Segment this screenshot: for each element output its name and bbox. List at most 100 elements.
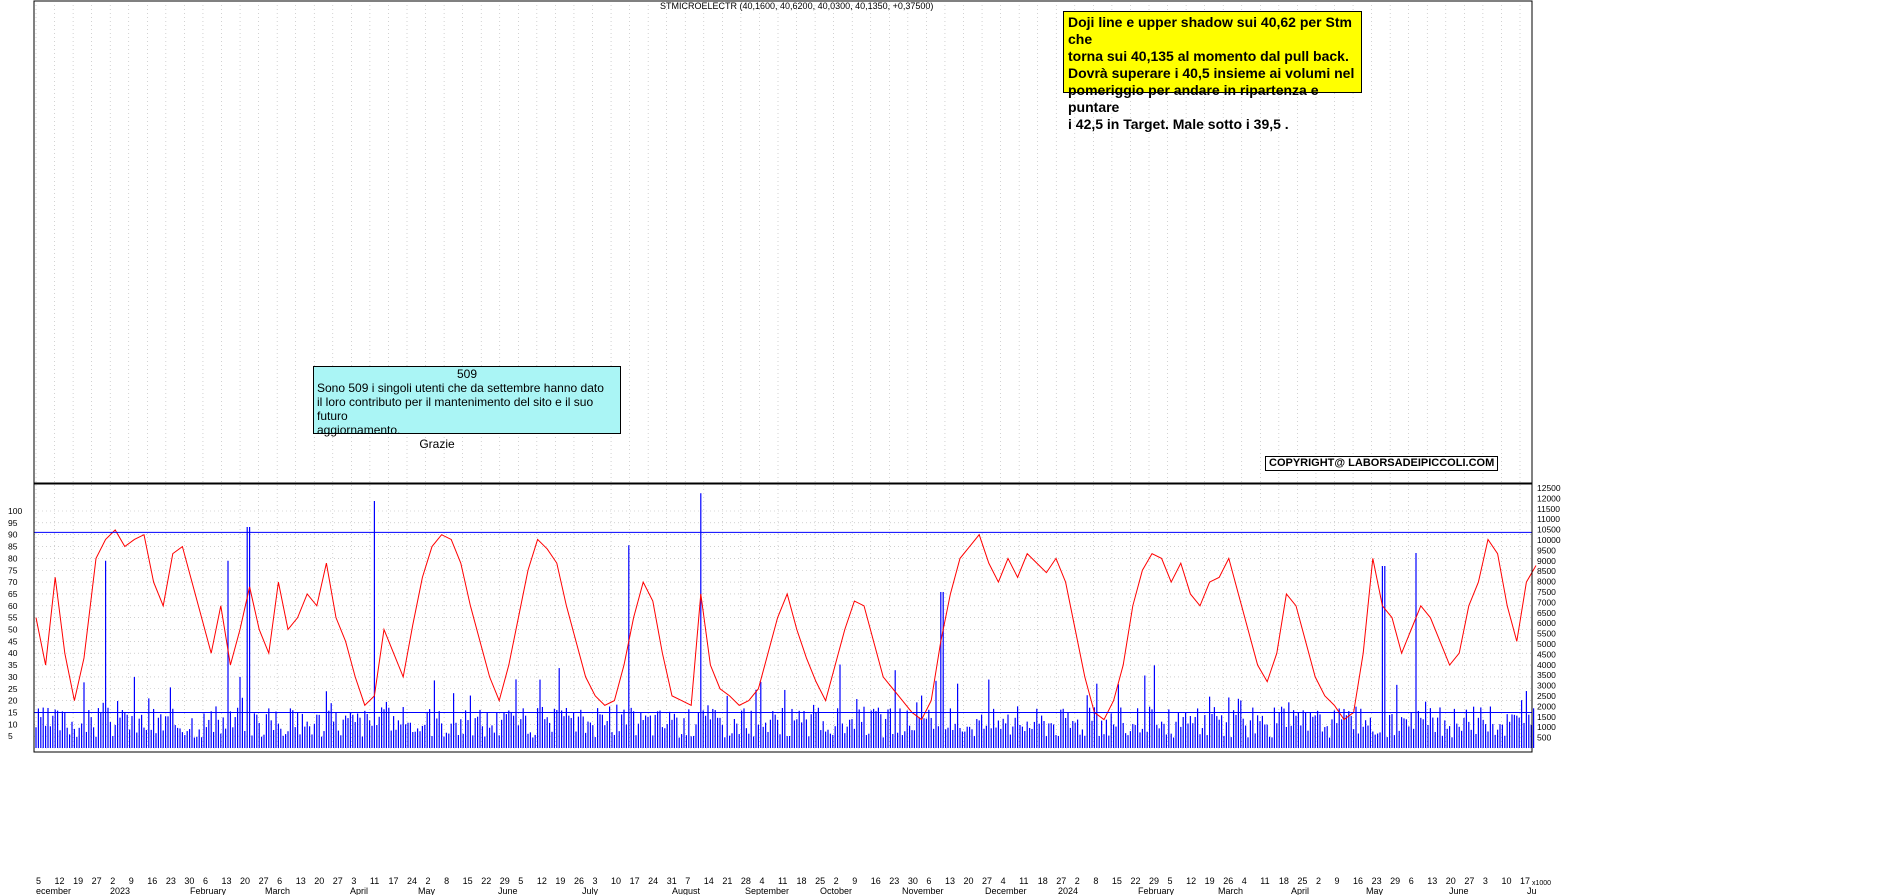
date-tick-label: 15 — [1112, 876, 1122, 886]
volume-tick-label: 1500 — [1537, 712, 1556, 722]
date-tick-label: 26 — [1223, 876, 1233, 886]
month-label: July — [582, 886, 599, 895]
date-tick-label: 9 — [852, 876, 857, 886]
date-tick-label: 19 — [73, 876, 83, 886]
date-tick-label: 8 — [444, 876, 449, 886]
analysis-note-line: torna sui 40,135 al momento dal pull bac… — [1068, 48, 1349, 64]
date-tick-label: 30 — [908, 876, 918, 886]
oscillator-tick-label: 100 — [8, 506, 22, 516]
date-tick-label: 18 — [1038, 876, 1048, 886]
date-tick-label: 6 — [1409, 876, 1414, 886]
date-tick-label: 16 — [871, 876, 881, 886]
supporters-thanks: Grazie — [419, 437, 455, 451]
oscillator-tick-label: 25 — [8, 684, 18, 694]
date-tick-label: 2 — [426, 876, 431, 886]
date-tick-label: 3 — [593, 876, 598, 886]
date-tick-label: 9 — [1335, 876, 1340, 886]
volume-tick-label: 12500 — [1537, 483, 1561, 493]
analysis-note-line: i 42,5 in Target. Male sotto i 39,5 . — [1068, 116, 1289, 132]
volume-tick-label: 6500 — [1537, 608, 1556, 618]
date-tick-label: 17 — [630, 876, 640, 886]
date-tick-label: 27 — [92, 876, 102, 886]
date-tick-label: 13 — [296, 876, 306, 886]
date-tick-label: 2 — [1075, 876, 1080, 886]
date-tick-label: 2 — [110, 876, 115, 886]
volume-tick-label: 7500 — [1537, 587, 1556, 597]
volume-tick-label: 500 — [1537, 733, 1551, 743]
month-label: May — [418, 886, 436, 895]
volume-tick-label: 10000 — [1537, 535, 1561, 545]
month-label: June — [498, 886, 518, 895]
volume-tick-label: 3500 — [1537, 670, 1556, 680]
oscillator-tick-label: 10 — [8, 719, 18, 729]
volume-tick-label: 4500 — [1537, 649, 1556, 659]
date-tick-label: 28 — [741, 876, 751, 886]
date-tick-label: 20 — [314, 876, 324, 886]
month-label: November — [902, 886, 944, 895]
volume-tick-label: 5000 — [1537, 639, 1556, 649]
date-tick-label: 8 — [1093, 876, 1098, 886]
date-tick-label: 2 — [834, 876, 839, 886]
date-tick-label: 31 — [667, 876, 677, 886]
volume-tick-label: 11500 — [1537, 504, 1560, 514]
date-tick-label: 27 — [1464, 876, 1474, 886]
date-tick-label: 12 — [1186, 876, 1196, 886]
oscillator-tick-label: 70 — [8, 577, 18, 587]
supporters-note-line: il loro contributo per il mantenimento d… — [317, 395, 594, 423]
date-tick-label: 2 — [1316, 876, 1321, 886]
oscillator-tick-label: 85 — [8, 542, 18, 552]
date-tick-label: 10 — [1501, 876, 1511, 886]
date-tick-label: 17 — [1520, 876, 1530, 886]
month-label: April — [350, 886, 368, 895]
axis-labels: 31.531.532.032.032.532.533.033.033.533.5… — [8, 483, 1561, 895]
date-tick-label: 23 — [889, 876, 899, 886]
month-label: February — [1138, 886, 1175, 895]
date-tick-label: 12 — [537, 876, 547, 886]
date-tick-label: 13 — [222, 876, 232, 886]
date-tick-label: 3 — [1483, 876, 1488, 886]
date-tick-label: 16 — [147, 876, 157, 886]
date-tick-label: 4 — [1242, 876, 1247, 886]
date-tick-label: 10 — [611, 876, 621, 886]
oscillator-tick-label: 60 — [8, 601, 18, 611]
date-tick-label: 11 — [778, 876, 787, 886]
month-label: April — [1291, 886, 1309, 895]
date-tick-label: 18 — [797, 876, 807, 886]
month-label: December — [985, 886, 1027, 895]
volume-tick-label: 9000 — [1537, 556, 1556, 566]
volume-tick-label: 11000 — [1537, 514, 1560, 524]
date-tick-label: 21 — [722, 876, 732, 886]
copyright-label: COPYRIGHT@ LABORSADEIPICCOLI.COM — [1265, 456, 1499, 471]
date-tick-label: 11 — [1260, 876, 1269, 886]
volume-tick-label: 2500 — [1537, 691, 1556, 701]
month-label: August — [672, 886, 701, 895]
date-tick-label: 27 — [333, 876, 343, 886]
oscillator-tick-label: 55 — [8, 613, 18, 623]
volume-tick-label: 3000 — [1537, 681, 1556, 691]
date-tick-label: 5 — [1168, 876, 1173, 886]
date-tick-label: 9 — [129, 876, 134, 886]
date-tick-label: 20 — [1446, 876, 1456, 886]
date-tick-label: 4 — [1001, 876, 1006, 886]
month-label: June — [1449, 886, 1469, 895]
date-tick-label: 11 — [370, 876, 379, 886]
chart-title: STMICROELECTR (40,1600, 40,6200, 40,0300… — [660, 1, 934, 11]
volume-tick-label: 7000 — [1537, 597, 1556, 607]
volume-bars — [35, 493, 1535, 748]
month-label: Ju — [1527, 886, 1537, 895]
date-tick-label: 20 — [964, 876, 974, 886]
date-tick-label: 29 — [1390, 876, 1400, 886]
date-tick-label: 30 — [184, 876, 194, 886]
date-tick-label: 12 — [55, 876, 65, 886]
date-tick-label: 19 — [1205, 876, 1215, 886]
date-tick-label: 7 — [685, 876, 690, 886]
volume-tick-label: 8000 — [1537, 577, 1556, 587]
date-tick-label: 22 — [1130, 876, 1140, 886]
oscillator-tick-label: 15 — [8, 707, 18, 717]
month-label: March — [1218, 886, 1243, 895]
supporters-note-line: Sono 509 i singoli utenti che da settemb… — [317, 381, 604, 395]
date-tick-label: 19 — [555, 876, 565, 886]
volume-tick-label: 9500 — [1537, 545, 1556, 555]
oscillator-tick-label: 65 — [8, 589, 18, 599]
volume-tick-label: 1000 — [1537, 722, 1556, 732]
